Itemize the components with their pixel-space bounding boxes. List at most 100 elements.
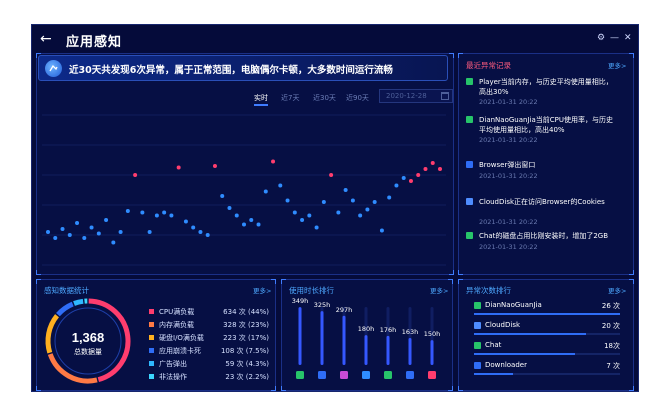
game-app-icon bbox=[340, 371, 348, 379]
normal-point bbox=[140, 210, 145, 215]
app-icon bbox=[474, 362, 481, 369]
abnormal-point bbox=[212, 164, 217, 168]
ranking-row[interactable]: DianNaoGuanJia 26 次 bbox=[474, 301, 620, 321]
legend-value: 108 次 (7.5%) bbox=[220, 347, 269, 355]
normal-point bbox=[285, 198, 290, 203]
usage-bar-label: 349h bbox=[292, 297, 309, 305]
calendar-icon[interactable] bbox=[441, 92, 449, 100]
usage-bar bbox=[298, 307, 302, 365]
normal-point bbox=[82, 236, 87, 240]
normal-point bbox=[358, 213, 363, 218]
normal-point bbox=[401, 176, 406, 180]
normal-point bbox=[205, 233, 210, 237]
total-count-label: 总数据量 bbox=[74, 347, 102, 356]
normal-point bbox=[227, 206, 232, 210]
ranking-count: 18次 bbox=[604, 342, 620, 350]
ranking-title: 异常次数排行 bbox=[466, 286, 511, 295]
normal-point bbox=[125, 209, 130, 213]
ranking-app-name: Chat bbox=[485, 341, 502, 349]
donut-slice bbox=[73, 298, 84, 306]
ranking-list: DianNaoGuanJia 26 次 CloudDisk 20 次 Chat 18次 Do… bbox=[460, 301, 632, 389]
legend-value: 223 次 (17%) bbox=[223, 334, 269, 342]
legend-label: CPU满负载 bbox=[159, 308, 195, 316]
record-time: 2021-01-31 20:22 bbox=[479, 172, 538, 180]
legend-swatch bbox=[149, 361, 154, 366]
usage-more-link[interactable]: 更多> bbox=[430, 285, 448, 295]
usage-bar-label: 150h bbox=[424, 330, 441, 338]
legend-swatch bbox=[149, 374, 154, 379]
normal-point bbox=[89, 225, 94, 230]
legend-item: 非法操作 23 次 (2.2%) bbox=[149, 372, 269, 382]
tab-7-days[interactable]: 近7天 bbox=[281, 93, 299, 103]
normal-point bbox=[198, 230, 203, 234]
anomaly-scatter-chart bbox=[42, 114, 446, 266]
cloud-app-icon bbox=[466, 198, 473, 205]
abnormal-point bbox=[430, 161, 435, 165]
normal-point bbox=[111, 240, 116, 245]
normal-point bbox=[162, 210, 167, 215]
blue-app-icon bbox=[466, 161, 473, 168]
usage-bar bbox=[320, 311, 324, 365]
ranking-more-link[interactable]: 更多> bbox=[608, 285, 626, 295]
app-icon bbox=[474, 302, 481, 309]
ranking-row[interactable]: Downloader 7 次 bbox=[474, 361, 620, 381]
legend-label: 非法操作 bbox=[159, 373, 187, 381]
minimize-icon[interactable]: — bbox=[610, 32, 619, 44]
app-window: ← 应用感知 ⚙ — ✕ 近30天共发现6次异常，属于正常范围，电脑偶尔卡顿，大… bbox=[31, 24, 639, 392]
usage-bar-label: 325h bbox=[314, 301, 331, 309]
abnormal-point bbox=[271, 159, 276, 164]
legend-swatch bbox=[149, 309, 154, 314]
ranking-bar bbox=[474, 353, 576, 355]
legend-value: 328 次 (23%) bbox=[223, 321, 269, 329]
normal-point bbox=[336, 210, 341, 215]
status-banner: 近30天共发现6次异常，属于正常范围，电脑偶尔卡顿，大多数时间运行流畅 bbox=[38, 55, 448, 81]
records-title: 最近异常记录 bbox=[466, 61, 511, 70]
abnormal-point bbox=[133, 173, 138, 177]
normal-point bbox=[183, 219, 188, 224]
ranking-count: 26 次 bbox=[601, 302, 620, 310]
abnormal-point bbox=[329, 173, 334, 177]
app-icon bbox=[474, 322, 481, 329]
legend-value: 59 次 (4.3%) bbox=[225, 360, 269, 368]
ranking-count: 7 次 bbox=[606, 362, 620, 370]
close-icon[interactable]: ✕ bbox=[624, 32, 632, 44]
normal-point bbox=[321, 200, 326, 204]
ranking-count: 20 次 bbox=[601, 322, 620, 330]
status-banner-text: 近30天共发现6次异常，属于正常范围，电脑偶尔卡顿，大多数时间运行流畅 bbox=[69, 65, 393, 76]
tab-90-days[interactable]: 近90天 bbox=[346, 93, 369, 103]
ranking-bar bbox=[474, 313, 620, 315]
legend-label: 广告弹出 bbox=[159, 360, 187, 368]
ranking-row[interactable]: Chat 18次 bbox=[474, 341, 620, 361]
normal-point bbox=[292, 210, 297, 215]
total-count-value: 1,368 bbox=[72, 330, 105, 345]
ranking-row[interactable]: CloudDisk 20 次 bbox=[474, 321, 620, 341]
stats-more-link[interactable]: 更多> bbox=[253, 285, 271, 295]
green-app-icon bbox=[466, 116, 473, 123]
title-bar: ← 应用感知 ⚙ — ✕ bbox=[32, 25, 638, 55]
normal-point bbox=[169, 213, 174, 218]
ranking-app-name: CloudDisk bbox=[485, 321, 521, 329]
legend-label: 内存满负载 bbox=[159, 321, 194, 329]
normal-point bbox=[53, 236, 58, 240]
settings-gear-icon[interactable]: ⚙ bbox=[597, 32, 605, 44]
tab-30-days[interactable]: 近30天 bbox=[313, 93, 336, 103]
normal-point bbox=[350, 198, 355, 203]
stats-donut-chart: 1,368 总数据量 bbox=[45, 298, 131, 384]
usage-bar bbox=[430, 340, 434, 365]
tab-realtime[interactable]: 实时 bbox=[254, 93, 268, 103]
normal-point bbox=[242, 222, 246, 227]
records-more-link[interactable]: 更多> bbox=[608, 60, 626, 70]
back-arrow-icon[interactable]: ← bbox=[40, 31, 54, 47]
normal-point bbox=[220, 194, 225, 198]
normal-point bbox=[67, 233, 72, 237]
date-picker[interactable]: 2020-12-28 bbox=[379, 89, 453, 103]
normal-point bbox=[147, 230, 152, 234]
ranking-bar bbox=[474, 333, 587, 335]
normal-point bbox=[307, 213, 312, 218]
records-list: Player当前内存，与历史平均使用量相比，高出30% 2021-01-31 20… bbox=[460, 77, 632, 273]
legend-item: 内存满负载 328 次 (23%) bbox=[149, 320, 269, 330]
ranking-app-name: Downloader bbox=[485, 361, 527, 369]
abnormal-point bbox=[408, 179, 413, 183]
usage-bar bbox=[364, 335, 368, 365]
chat-app-icon bbox=[466, 232, 473, 239]
